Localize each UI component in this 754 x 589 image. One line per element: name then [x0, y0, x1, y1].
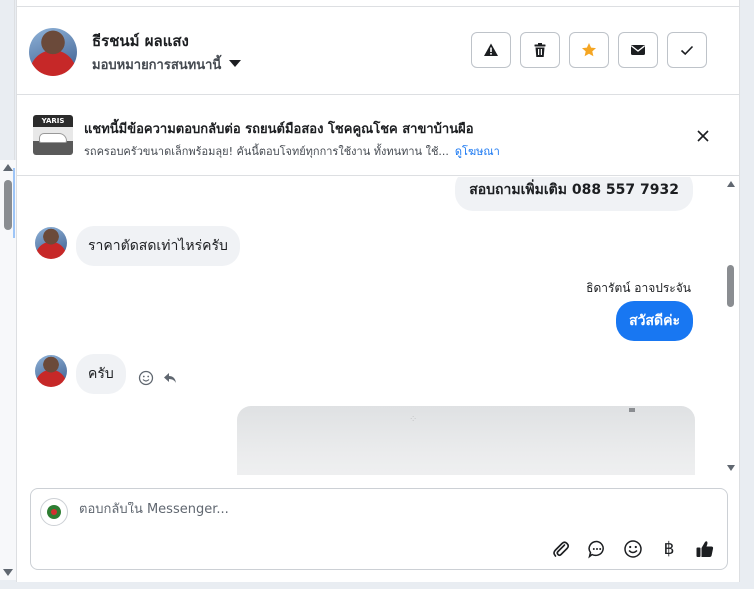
incoming-message: ราคาตัดสดเท่าไหร่ครับ [76, 226, 240, 266]
image-detail [629, 408, 635, 412]
incoming-message: ครับ [76, 354, 126, 394]
chat-scrollbar[interactable] [725, 177, 737, 475]
contact-name[interactable]: ธีรชนม์ ผลแสง [92, 29, 189, 53]
view-ad-link[interactable]: ดูโฆษณา [455, 145, 500, 158]
conversation-header: ธีรชนม์ ผลแสง มอบหมายการสนทนานี้ [17, 7, 739, 95]
contact-avatar[interactable] [29, 28, 77, 76]
ad-thumbnail[interactable]: YARIS [33, 115, 73, 155]
caret-down-icon [229, 59, 242, 67]
mark-done-button[interactable] [667, 32, 707, 68]
star-button[interactable] [569, 32, 609, 68]
sender-name: ธิดารัตน์ อาจประจัน [586, 281, 691, 295]
contact-avatar-small [35, 355, 67, 387]
header-actions [471, 32, 707, 68]
contact-avatar-small [35, 227, 67, 259]
envelope-icon [631, 45, 645, 55]
scroll-thumb[interactable] [727, 265, 734, 307]
assign-conversation-dropdown[interactable]: มอบหมายการสนทนานี้ [92, 54, 242, 75]
delete-button[interactable] [520, 32, 560, 68]
payment-button[interactable]: ฿ [659, 539, 679, 559]
message-composer: ฿ [30, 488, 728, 570]
scroll-up-arrow-icon[interactable] [3, 164, 13, 171]
ad-description: รถครอบครัวขนาดเล็กพร้อมลุย! คันนี้ตอบโจท… [84, 145, 449, 158]
report-button[interactable] [471, 32, 511, 68]
check-icon [680, 45, 694, 56]
saved-replies-button[interactable] [587, 539, 607, 559]
assign-label: มอบหมายการสนทนานี้ [92, 58, 222, 73]
car-icon [39, 133, 67, 143]
image-attachment[interactable]: ⁘ [237, 406, 695, 475]
scroll-down-arrow-icon[interactable] [727, 465, 735, 471]
close-icon[interactable] [695, 128, 711, 144]
left-divider [14, 0, 15, 160]
left-selection-accent [13, 168, 15, 238]
emoji-button[interactable] [623, 539, 643, 559]
message-thread[interactable]: สอบถามเพิ่มเติม 088 557 7932 ราคาตัดสดเท… [17, 177, 739, 475]
attach-button[interactable] [551, 539, 571, 559]
outgoing-message-blue: สวัสดีค่ะ [616, 301, 693, 341]
baht-icon: ฿ [663, 539, 675, 559]
paperclip-icon [553, 541, 570, 557]
star-icon [582, 43, 596, 57]
ad-reference-bar: YARIS แชทนี้มีข้อความตอบกลับต่อ รถยนต์มื… [17, 96, 739, 176]
scroll-down-arrow-icon[interactable] [3, 569, 13, 576]
scroll-thumb[interactable] [4, 180, 12, 230]
chat-bubble-icon [588, 540, 604, 559]
bottom-strip [0, 582, 754, 589]
emoji-icon [624, 540, 642, 558]
thumbs-up-icon [696, 541, 714, 557]
warning-icon [484, 43, 498, 56]
reply-icon[interactable] [162, 370, 178, 386]
ad-thumbnail-text: YARIS [41, 117, 65, 125]
smiley-react-icon[interactable] [138, 370, 154, 386]
composer-tools: ฿ [551, 539, 715, 559]
image-detail: ⁘ [409, 414, 418, 425]
trash-icon [534, 43, 546, 57]
ad-title: แชทนี้มีข้อความตอบกลับต่อ รถยนต์มือสอง โ… [84, 122, 474, 137]
conversation-panel: ธีรชนม์ ผลแสง มอบหมายการสนทนานี้ YARIS แ… [16, 0, 740, 582]
mark-unread-button[interactable] [618, 32, 658, 68]
message-tools [138, 370, 178, 386]
ad-description-row: รถครอบครัวขนาดเล็กพร้อมลุย! คันนี้ตอบโจท… [84, 142, 500, 160]
like-button[interactable] [695, 539, 715, 559]
reply-input[interactable] [79, 502, 679, 517]
scroll-up-arrow-icon[interactable] [727, 181, 735, 187]
outgoing-message: สอบถามเพิ่มเติม 088 557 7932 [455, 177, 693, 211]
page-avatar [40, 498, 68, 526]
